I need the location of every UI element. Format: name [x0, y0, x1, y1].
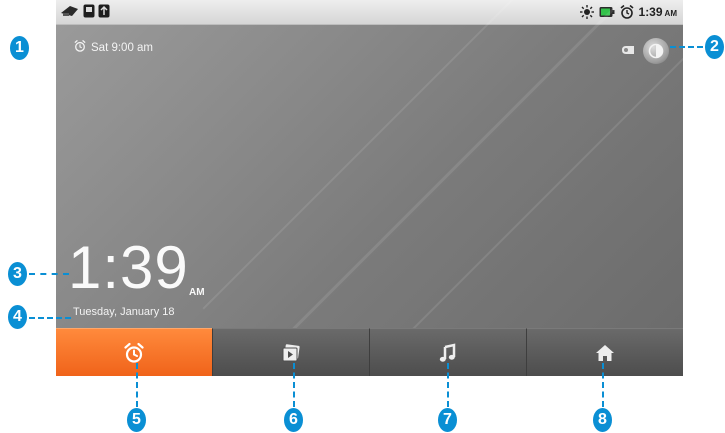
brightness-icon — [579, 5, 594, 19]
callout-4-leader — [29, 317, 71, 319]
status-time: 1:39 AM — [639, 3, 677, 21]
home-icon — [596, 344, 614, 361]
callout-3-leader — [29, 273, 69, 275]
alarm-small-icon — [74, 39, 86, 55]
device-screen: 1:39 AM Sat 9:00 am 1:39 AM Tuesday, Janu… — [56, 0, 683, 376]
status-bar-right: 1:39 AM — [579, 3, 677, 21]
clock-time: 1:39 — [68, 234, 189, 301]
callout-2-leader — [670, 46, 703, 48]
callout-8-leader — [602, 363, 604, 407]
callout-7-leader — [447, 363, 449, 407]
callout-5: 5 — [127, 408, 146, 432]
next-alarm-label: Sat 9:00 am — [91, 41, 154, 54]
callout-2: 2 — [705, 35, 724, 59]
status-bar-left-icons — [60, 4, 110, 18]
status-time-value: 1:39 — [638, 5, 663, 19]
clock-ampm: AM — [189, 287, 205, 298]
status-bar: 1:39 AM — [56, 0, 683, 25]
sd-card-icon — [83, 4, 95, 18]
wallpaper-streak — [202, 0, 572, 310]
slideshow-icon — [282, 343, 300, 361]
dim-control — [621, 38, 669, 64]
alarm-button[interactable] — [56, 328, 212, 376]
callout-4: 4 — [8, 305, 27, 329]
clock-date: Tuesday, January 18 — [73, 306, 175, 318]
callout-6-leader — [293, 363, 295, 407]
next-alarm[interactable]: Sat 9:00 am — [74, 39, 154, 55]
callout-1: 1 — [10, 36, 29, 60]
alarm-icon — [620, 4, 634, 19]
music-icon — [439, 342, 456, 362]
callout-3: 3 — [8, 262, 27, 286]
callout-5-leader — [136, 363, 138, 407]
usb-icon — [60, 4, 80, 18]
callout-8: 8 — [593, 408, 612, 432]
callout-6: 6 — [284, 408, 303, 432]
status-ampm: AM — [664, 9, 677, 18]
home-button[interactable] — [526, 328, 683, 376]
usb-debug-icon — [98, 4, 110, 18]
dim-button[interactable] — [643, 38, 669, 64]
bottom-toolbar — [56, 328, 683, 376]
alarm-clock-icon — [124, 342, 144, 363]
toggle-tab-icon — [621, 42, 635, 60]
slideshow-button[interactable] — [212, 328, 369, 376]
dim-icon — [648, 43, 664, 59]
home-wallpaper: Sat 9:00 am 1:39 AM — [56, 0, 683, 350]
callout-7: 7 — [438, 408, 457, 432]
